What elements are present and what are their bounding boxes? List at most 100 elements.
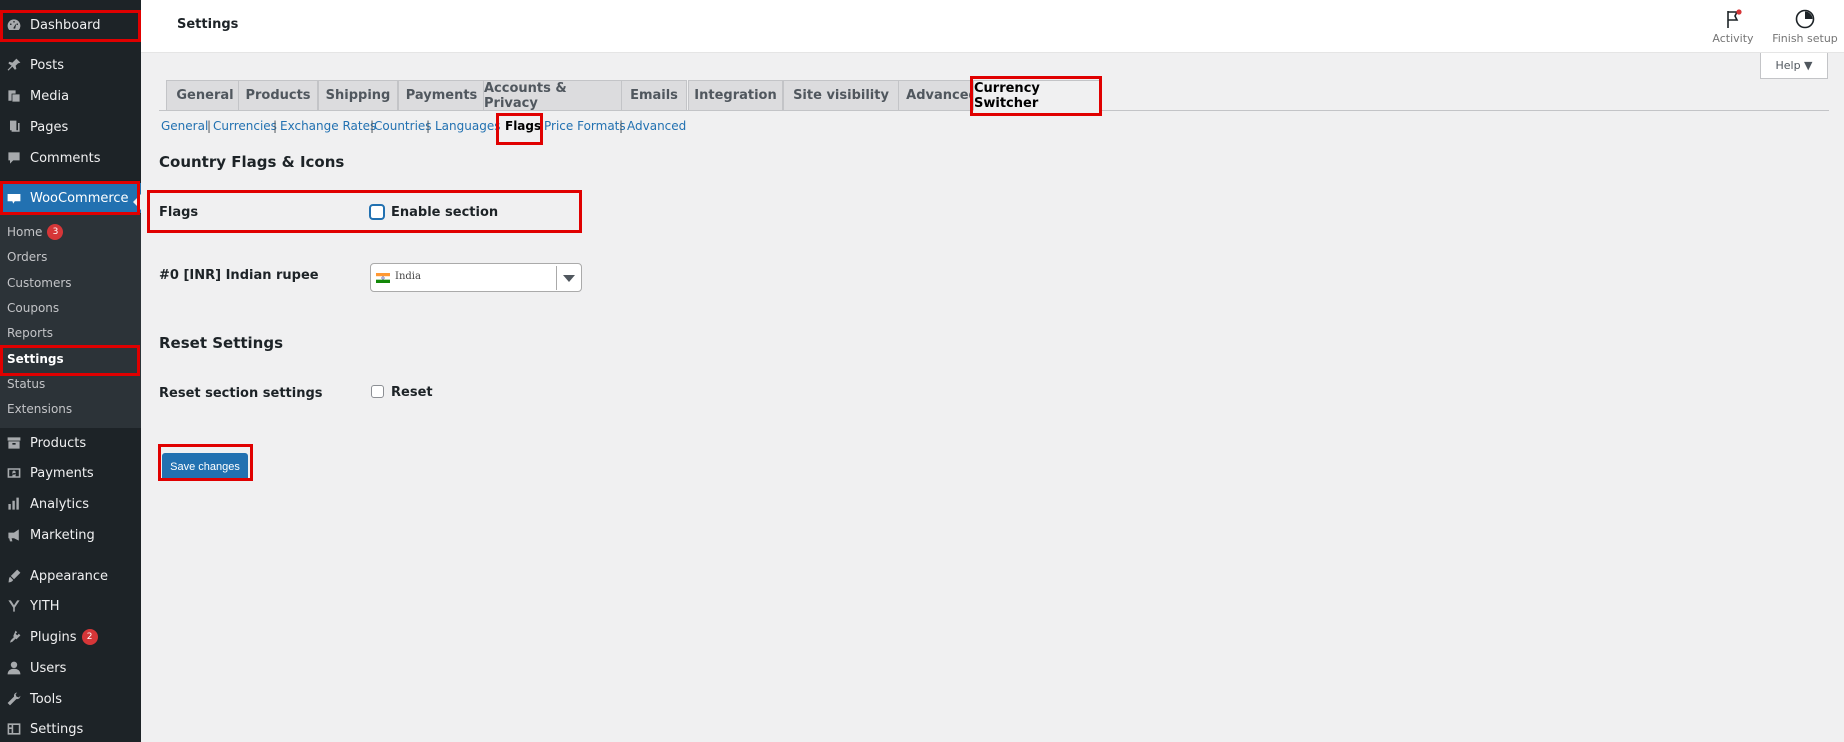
sidebar-item-pages[interactable]: Pages xyxy=(0,112,141,142)
sidebar-item-label: Settings xyxy=(30,721,84,737)
activity-label: Activity xyxy=(1712,32,1754,45)
sidebar-item-label: Users xyxy=(30,660,67,676)
sidebar-item-label: Comments xyxy=(30,150,101,166)
tab-payments[interactable]: Payments xyxy=(398,80,485,111)
sidebar-item-posts[interactable]: Posts xyxy=(0,50,141,80)
sidebar-item-label: Pages xyxy=(30,119,69,135)
admin-sidebar: Dashboard Posts Media Pages Comments Woo… xyxy=(0,0,141,742)
sidebar-item-label: Posts xyxy=(30,57,64,73)
tab-accounts-privacy[interactable]: Accounts & Privacy xyxy=(483,80,623,111)
media-icon xyxy=(6,88,22,104)
plugins-count-badge: 2 xyxy=(81,629,98,645)
woocommerce-icon xyxy=(6,190,22,206)
submenu-label: Settings xyxy=(7,352,64,366)
sidebar-item-settings[interactable]: Settings xyxy=(0,714,141,742)
sidebar-item-yith[interactable]: YITH xyxy=(0,591,141,621)
tab-general[interactable]: General xyxy=(166,80,244,111)
submenu-item-customers[interactable]: Customers xyxy=(7,273,72,293)
submenu-label: Orders xyxy=(7,250,48,264)
chevron-down-icon[interactable] xyxy=(563,275,575,282)
submenu-item-status[interactable]: Status xyxy=(7,374,45,394)
enable-section-label[interactable]: Enable section xyxy=(391,205,498,220)
settings-icon xyxy=(6,721,22,737)
sidebar-item-users[interactable]: Users xyxy=(0,653,141,683)
page-title: Settings xyxy=(177,17,239,32)
reset-checkbox[interactable] xyxy=(371,385,384,398)
submenu-label: Coupons xyxy=(7,301,60,315)
finish-setup-label: Finish setup xyxy=(1772,32,1838,45)
subnav-price-formats[interactable]: Price Formats xyxy=(544,119,626,133)
sidebar-item-payments[interactable]: Payments xyxy=(0,458,141,488)
sidebar-item-media[interactable]: Media xyxy=(0,81,141,111)
sidebar-item-label: Media xyxy=(30,88,70,104)
sidebar-item-label: YITH xyxy=(30,598,60,614)
activity-button[interactable]: Activity xyxy=(1708,8,1758,45)
submenu-item-reports[interactable]: Reports xyxy=(7,323,53,343)
subnav-countries[interactable]: Countries xyxy=(374,119,432,133)
submenu-item-settings[interactable]: Settings xyxy=(7,349,64,369)
separator: | xyxy=(207,119,212,133)
subnav-exchange-rates[interactable]: Exchange Rates xyxy=(280,119,376,133)
tab-products[interactable]: Products xyxy=(238,80,318,111)
sidebar-item-label: Marketing xyxy=(30,527,95,543)
submenu-item-extensions[interactable]: Extensions xyxy=(7,399,72,419)
enable-section-checkbox[interactable] xyxy=(369,204,385,220)
submenu-item-coupons[interactable]: Coupons xyxy=(7,298,59,318)
section-title-flags: Country Flags & Icons xyxy=(159,153,345,171)
subnav-currencies[interactable]: Currencies xyxy=(213,119,277,133)
reset-label[interactable]: Reset xyxy=(391,385,433,400)
separator: | xyxy=(273,119,278,133)
country-flag-select[interactable]: India xyxy=(370,263,582,292)
reset-row-label: Reset section settings xyxy=(159,386,323,401)
select-divider xyxy=(556,266,557,290)
sidebar-item-woocommerce[interactable]: WooCommerce xyxy=(0,183,141,213)
sidebar-item-label: Products xyxy=(30,435,87,451)
highlight-box xyxy=(147,190,582,233)
help-tab-button[interactable]: Help ▼ xyxy=(1760,53,1828,79)
sidebar-item-dashboard[interactable]: Dashboard xyxy=(0,10,141,40)
subnav-languages[interactable]: Languages xyxy=(435,119,500,133)
dollar-icon xyxy=(6,465,22,481)
yith-icon xyxy=(6,598,22,614)
flag-icon xyxy=(1727,9,1742,28)
save-changes-button[interactable]: Save changes xyxy=(162,453,248,481)
plug-icon xyxy=(6,629,22,645)
megaphone-icon xyxy=(6,527,22,543)
subnav-advanced[interactable]: Advanced xyxy=(627,119,686,133)
sidebar-item-label: Appearance xyxy=(30,568,109,584)
brush-icon xyxy=(6,568,22,584)
tab-site-visibility[interactable]: Site visibility xyxy=(783,80,899,111)
sidebar-item-label: Analytics xyxy=(30,496,90,512)
sidebar-item-label: Tools xyxy=(30,691,63,707)
submenu-label: Extensions xyxy=(7,402,73,416)
sidebar-item-plugins[interactable]: Plugins 2 xyxy=(0,622,141,652)
tab-emails[interactable]: Emails xyxy=(621,80,687,111)
home-count-badge: 3 xyxy=(47,224,64,240)
submenu-label: Customers xyxy=(7,276,72,290)
sidebar-item-marketing[interactable]: Marketing xyxy=(0,520,141,550)
user-icon xyxy=(6,660,22,676)
sidebar-item-label: Dashboard xyxy=(30,17,101,33)
submenu-item-orders[interactable]: Orders xyxy=(7,247,47,267)
separator: | xyxy=(426,119,431,133)
sidebar-item-comments[interactable]: Comments xyxy=(0,143,141,173)
tab-currency-switcher[interactable]: Currency Switcher xyxy=(973,80,1101,111)
sidebar-item-tools[interactable]: Tools xyxy=(0,684,141,714)
submenu-item-home[interactable]: Home 3 xyxy=(7,222,64,242)
pin-icon xyxy=(6,57,22,73)
woocommerce-submenu: Home 3 Orders Customers Coupons Reports … xyxy=(0,214,141,428)
subnav-flags[interactable]: Flags xyxy=(505,119,541,133)
separator: | xyxy=(619,119,624,133)
tab-shipping[interactable]: Shipping xyxy=(318,80,398,111)
sidebar-item-label: WooCommerce xyxy=(30,190,129,206)
sidebar-item-analytics[interactable]: Analytics xyxy=(0,489,141,519)
sidebar-item-appearance[interactable]: Appearance xyxy=(0,561,141,591)
section-title-reset: Reset Settings xyxy=(159,334,284,352)
finish-setup-button[interactable]: Finish setup xyxy=(1770,8,1840,45)
submenu-label: Status xyxy=(7,377,46,391)
tab-integration[interactable]: Integration xyxy=(688,80,783,111)
currency-row-label: #0 [INR] Indian rupee xyxy=(159,268,319,283)
subnav-general[interactable]: General xyxy=(161,119,208,133)
sidebar-item-products[interactable]: Products xyxy=(0,428,141,458)
flags-row-label: Flags xyxy=(159,205,199,220)
